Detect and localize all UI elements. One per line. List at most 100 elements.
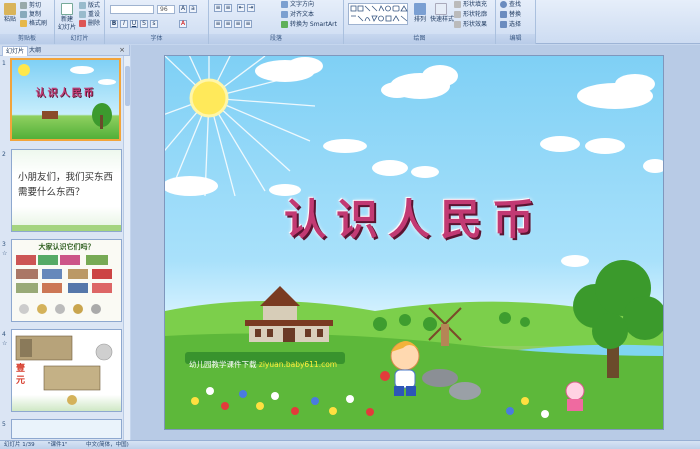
reset-icon [79,11,86,18]
thumbnail-3[interactable]: 大家认识它们吗？ [11,239,122,322]
copy-icon [20,11,27,18]
align-text-button[interactable]: 对齐文本 [281,11,314,19]
numbering-button[interactable]: ≡ [224,4,232,12]
shape-fill-button[interactable]: 形状填充 [454,1,487,9]
ribbon: 粘贴 剪切 复制 格式刷 剪贴板 新建 幻灯片 版式 重设 删除 幻灯片 96 … [0,0,700,44]
thumbnail-5[interactable] [11,419,122,439]
thumbnail-4-banknote-art [15,335,113,405]
slides-group: 新建 幻灯片 版式 重设 删除 幻灯片 [55,0,105,44]
effects-icon [454,21,461,28]
thumbnail-row-5[interactable]: 5 [0,419,122,439]
editing-group: 查找 替换 选择 编辑 [496,0,536,44]
thumbnail-row-1[interactable]: 1 认识人民币 [0,58,122,146]
delete-slide-button[interactable]: 删除 [79,20,100,28]
italic-button[interactable]: I [120,20,128,28]
thumbnail-row-2[interactable]: 2 小朋友们，我们买东西需要什么东西？ [0,149,122,237]
justify-button[interactable]: ≡ [244,20,252,28]
smartart-icon [281,21,288,28]
font-name-box[interactable] [110,5,154,14]
clipboard-group-label: 剪贴板 [0,34,54,44]
slide-editor: 认识人民币 幼儿园教学课件下载 ziyuan.baby611.com [131,45,700,440]
quick-styles-icon [435,3,447,15]
theme-name: "课件1" [48,442,68,448]
cut-button[interactable]: 剪切 [20,2,41,10]
fill-bucket-icon [454,1,461,8]
panel-tabs: 幻灯片 大纲 × [0,45,129,56]
language-indicator[interactable]: 中文(简体，中国) [86,441,129,449]
pen-icon [454,11,461,18]
slide-canvas[interactable]: 认识人民币 幼儿园教学课件下载 ziyuan.baby611.com [164,55,664,430]
grow-font-button[interactable]: A [179,5,187,13]
quick-styles-button[interactable]: 快速样式 [430,3,454,24]
shape-effects-button[interactable]: 形状效果 [454,21,487,29]
copy-button[interactable]: 复制 [20,11,41,19]
panel-scrollbar-thumb[interactable] [125,66,130,106]
thumbnail-star-icon: ☆ [2,340,8,347]
font-group-label: 字体 [105,34,208,44]
cursor-icon [500,21,507,28]
smartart-button[interactable]: 转换为 SmartArt [281,21,337,29]
thumbnail-number: 5 [2,421,6,428]
font-group: 96 A a B I U S s A 字体 [105,0,209,44]
font-size-box[interactable]: 96 [157,5,175,14]
drawing-group-label: 绘图 [344,34,495,44]
drawing-group: 排列 快速样式 形状填充 形状轮廓 形状效果 绘图 [344,0,496,44]
status-bar: 幻灯片 1/39 "课件1" 中文(简体，中国) [0,440,700,449]
thumbnail-4[interactable]: 壹元 [11,329,122,412]
increase-indent-button[interactable]: ⇥ [247,4,255,12]
strikethrough-button[interactable]: S [140,20,148,28]
decrease-indent-button[interactable]: ⇤ [237,4,245,12]
replace-button[interactable]: 替换 [500,11,521,19]
align-center-button[interactable]: ≡ [224,20,232,28]
bold-button[interactable]: B [110,20,118,28]
thumbnail-1[interactable]: 认识人民币 [10,58,121,141]
paste-button[interactable]: 粘贴 [3,3,17,24]
new-slide-icon [61,3,73,15]
align-left-button[interactable]: ≡ [214,20,222,28]
reset-button[interactable]: 重设 [79,11,100,19]
find-button[interactable]: 查找 [500,1,521,9]
arrange-button[interactable]: 排列 [412,3,428,24]
scissors-icon [20,2,27,9]
tab-slides[interactable]: 幻灯片 [2,46,29,56]
layout-button[interactable]: 版式 [79,2,100,10]
bullets-button[interactable]: ≡ [214,4,222,12]
shrink-font-button[interactable]: a [189,5,197,13]
new-slide-button[interactable]: 新建 幻灯片 [58,3,76,32]
select-button[interactable]: 选择 [500,21,521,29]
layout-icon [79,2,86,9]
thumbnail-1-art [12,60,119,139]
thumbnail-2-grass [12,225,121,231]
text-direction-button[interactable]: 文字方向 [281,1,314,9]
brush-icon [20,20,27,27]
shadow-button[interactable]: s [150,20,158,28]
thumbnail-star-icon: ☆ [2,250,8,257]
underline-button[interactable]: U [130,20,138,28]
thumbnail-number: 4 [2,331,6,338]
shapes-gallery-icons [350,5,408,22]
replace-icon [500,11,507,18]
thumbnail-1-title: 认识人民币 [35,88,96,99]
clipboard-icon [4,3,16,15]
thumbnail-4-text: 壹元 [16,364,26,386]
powerpoint-window: 粘贴 剪切 复制 格式刷 剪贴板 新建 幻灯片 版式 重设 删除 幻灯片 96 … [0,0,700,449]
paragraph-group: ≡ ≡ ⇤ ⇥ ≡ ≡ ≡ ≡ 文字方向 对齐文本 转换为 SmartArt 段… [209,0,344,44]
thumbnail-number: 2 [2,151,6,158]
slides-panel: 幻灯片 大纲 × 1 认识人民币 2 小朋友们，我们买东西需要什么东西？ 3 ☆… [0,45,130,440]
font-color-button[interactable]: A [179,20,187,28]
align-text-icon [281,11,288,18]
shapes-gallery[interactable] [348,3,408,25]
thumbnail-row-3[interactable]: 3 ☆ 大家认识它们吗？ [0,239,122,327]
slide-title[interactable]: 认识人民币 [165,186,663,247]
panel-scrollbar[interactable] [123,56,130,440]
editing-group-label: 编辑 [496,34,535,44]
shape-outline-button[interactable]: 形状轮廓 [454,11,487,19]
thumbnail-2[interactable]: 小朋友们，我们买东西需要什么东西？ [11,149,122,232]
clipboard-group: 粘贴 剪切 复制 格式刷 剪贴板 [0,0,55,44]
close-panel-button[interactable]: × [119,46,125,54]
tab-outline[interactable]: 大纲 [26,46,44,56]
format-painter-button[interactable]: 格式刷 [20,20,47,28]
site-credit-prefix: 幼儿园教学课件下载 [189,360,257,369]
align-right-button[interactable]: ≡ [234,20,242,28]
thumbnail-row-4[interactable]: 4 ☆ 壹元 [0,329,122,417]
